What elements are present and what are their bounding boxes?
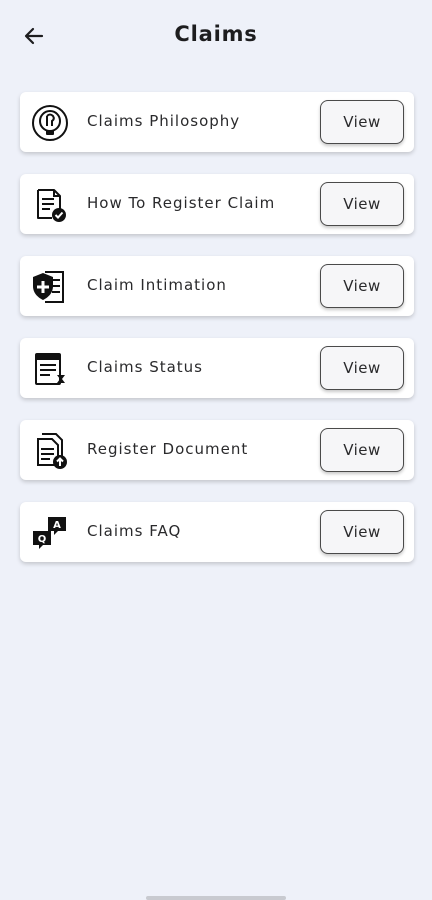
view-button[interactable]: View	[320, 100, 404, 144]
card-label: Claims FAQ	[87, 522, 182, 540]
view-button[interactable]: View	[320, 510, 404, 554]
how-to-register-claim-card[interactable]: How To Register Claim View	[20, 174, 414, 234]
svg-text:Q: Q	[38, 534, 47, 545]
page-title: Claims	[174, 22, 258, 46]
card-label: How To Register Claim	[87, 194, 276, 212]
claim-intimation-card[interactable]: Claim Intimation View	[20, 256, 414, 316]
view-button[interactable]: View	[320, 264, 404, 308]
app-header: Claims	[0, 0, 432, 72]
claims-philosophy-card[interactable]: Claims Philosophy View	[20, 92, 414, 152]
card-label: Claim Intimation	[87, 276, 227, 294]
document-upload-icon	[30, 431, 70, 471]
document-check-icon	[30, 185, 70, 225]
view-button[interactable]: View	[320, 346, 404, 390]
philosophy-icon	[30, 103, 70, 143]
card-label: Claims Philosophy	[87, 112, 241, 130]
register-document-card[interactable]: Register Document View	[20, 420, 414, 480]
claims-faq-card[interactable]: A Q Claims FAQ View	[20, 502, 414, 562]
shield-plus-icon	[30, 267, 70, 307]
view-button[interactable]: View	[320, 428, 404, 472]
card-label: Claims Status	[87, 358, 203, 376]
card-label: Register Document	[87, 440, 249, 458]
view-button[interactable]: View	[320, 182, 404, 226]
svg-text:A: A	[53, 520, 61, 531]
qa-bubbles-icon: A Q	[30, 513, 70, 553]
claims-status-card[interactable]: Claims Status View	[20, 338, 414, 398]
claims-screen: Claims Claims Philosophy View How To Reg…	[0, 0, 432, 900]
claims-menu-list: Claims Philosophy View How To Register C…	[20, 92, 414, 584]
home-indicator[interactable]	[146, 896, 286, 900]
status-document-icon	[30, 349, 70, 389]
